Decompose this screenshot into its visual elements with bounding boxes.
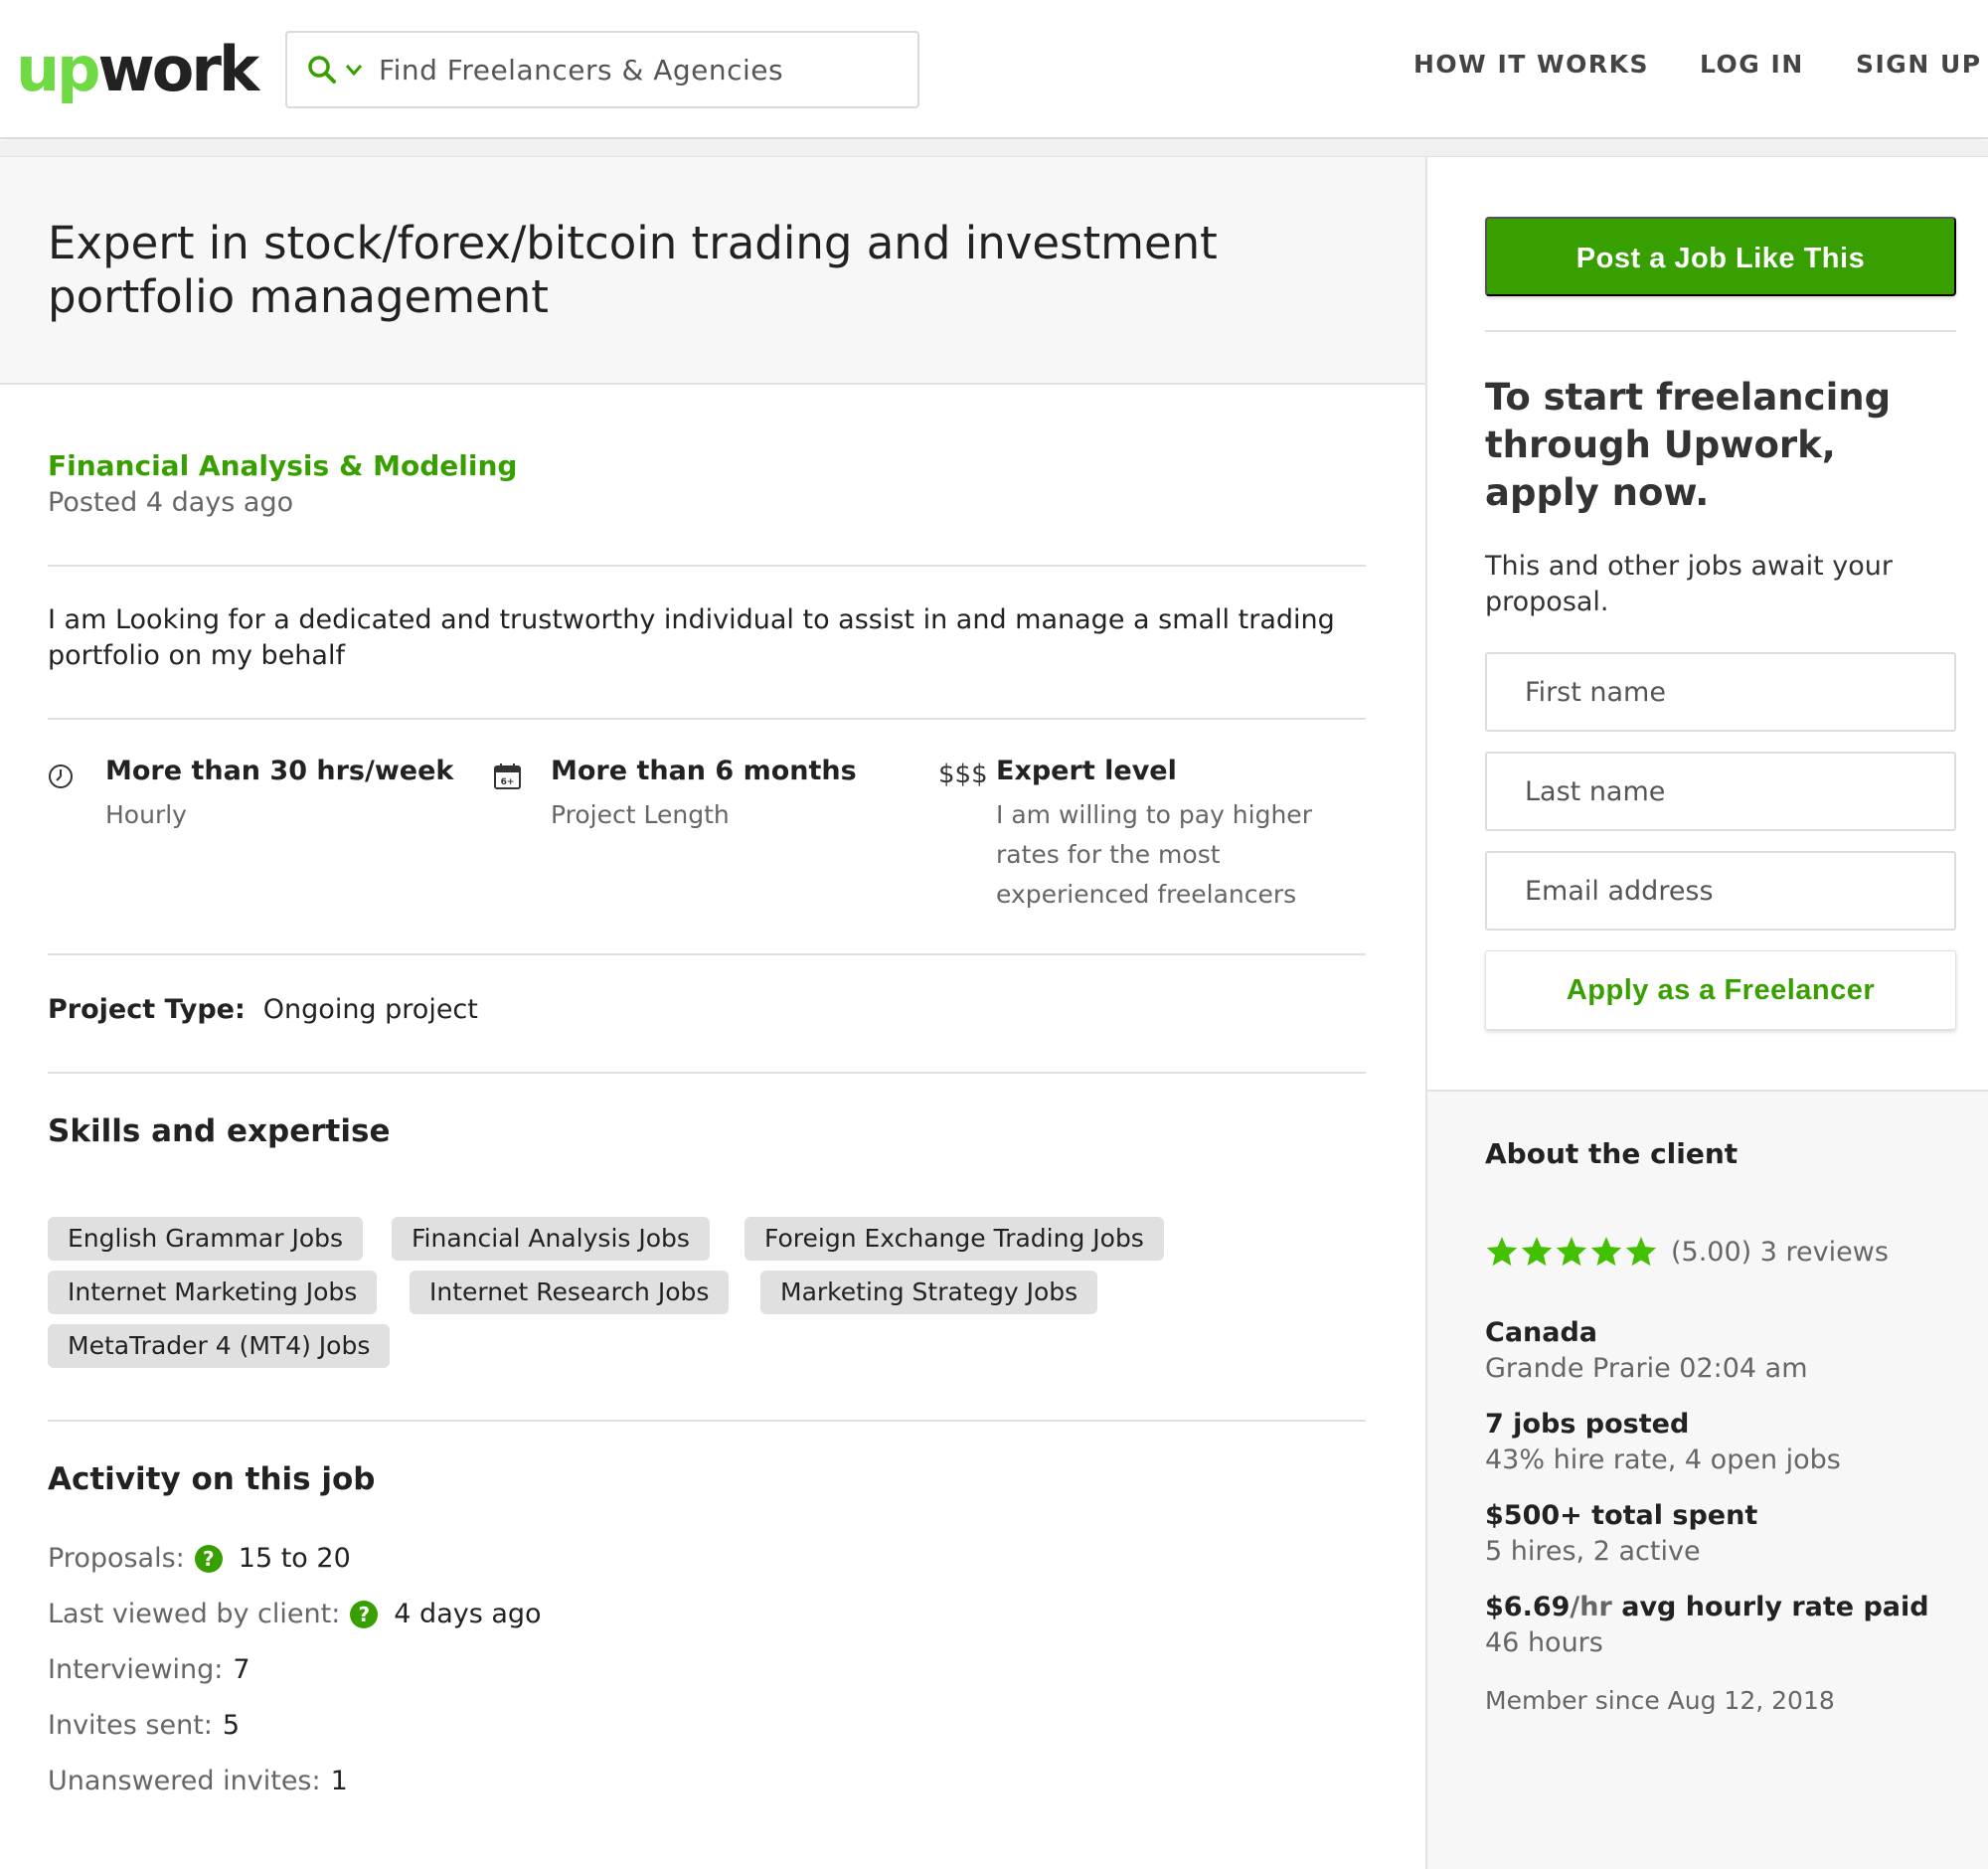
star-icon xyxy=(1625,1237,1657,1267)
calendar-icon: 6+ xyxy=(494,764,521,789)
divider xyxy=(48,565,1366,567)
rate-value: $6.69 xyxy=(1485,1592,1571,1622)
nav-how-it-works[interactable]: HOW IT WORKS xyxy=(1413,50,1649,79)
rate-label: avg hourly rate paid xyxy=(1621,1592,1929,1622)
logo-work: work xyxy=(97,33,260,105)
client-total-spent: $500+ total spent xyxy=(1485,1500,1758,1531)
clock-icon xyxy=(49,765,73,788)
header-strip xyxy=(0,141,1988,157)
divider xyxy=(1485,330,1956,332)
activity-label: Invites sent: xyxy=(48,1710,213,1741)
skill-tag[interactable]: Internet Marketing Jobs xyxy=(48,1271,378,1314)
help-icon[interactable]: ? xyxy=(350,1600,379,1628)
feature-title: Expert level xyxy=(996,756,1177,786)
star-icon xyxy=(1590,1237,1622,1267)
divider xyxy=(48,953,1366,955)
nav-sign-up[interactable]: SIGN UP xyxy=(1856,50,1982,79)
client-panel xyxy=(1427,1090,1988,1869)
activity-value: 4 days ago xyxy=(394,1599,542,1629)
svg-text:6+: 6+ xyxy=(501,777,515,787)
member-since: Member since Aug 12, 2018 xyxy=(1485,1686,1835,1715)
search-icon[interactable] xyxy=(305,53,339,86)
client-hires: 5 hires, 2 active xyxy=(1485,1536,1701,1567)
project-type-label: Project Type: xyxy=(48,994,246,1025)
sidebar-subheading: This and other jobs await your proposal. xyxy=(1485,551,1894,617)
activity-label: Interviewing: xyxy=(48,1654,224,1685)
email-field[interactable] xyxy=(1485,851,1956,931)
search-bar[interactable]: Find Freelancers & Agencies xyxy=(285,31,919,108)
client-hours: 46 hours xyxy=(1485,1627,1603,1658)
activity-interviewing: Interviewing: 7 xyxy=(48,1654,250,1685)
skill-tag[interactable]: Foreign Exchange Trading Jobs xyxy=(745,1217,1164,1261)
activity-value: 15 to 20 xyxy=(238,1543,351,1574)
activity-proposals: Proposals: ? 15 to 20 xyxy=(48,1543,351,1574)
post-job-button[interactable]: Post a Job Like This xyxy=(1485,217,1956,296)
activity-label: Unanswered invites: xyxy=(48,1766,321,1796)
feature-subtitle: Hourly xyxy=(105,800,187,829)
skill-tag[interactable]: Financial Analysis Jobs xyxy=(392,1217,710,1261)
job-category-link[interactable]: Financial Analysis & Modeling xyxy=(48,449,517,482)
client-location-time: Grande Prarie 02:04 am xyxy=(1485,1353,1808,1384)
logo-up: up xyxy=(16,33,101,105)
client-hire-rate: 43% hire rate, 4 open jobs xyxy=(1485,1444,1841,1475)
title-band: Expert in stock/forex/bitcoin trading an… xyxy=(0,157,1425,385)
last-name-field[interactable] xyxy=(1485,752,1956,831)
divider xyxy=(48,1420,1366,1422)
rate-unit: /hr xyxy=(1570,1592,1612,1622)
activity-label: Proposals: xyxy=(48,1543,185,1574)
project-type: Project Type: Ongoing project xyxy=(48,994,478,1025)
activity-value: 7 xyxy=(233,1654,250,1685)
client-rating: (5.00) 3 reviews xyxy=(1485,1235,1889,1269)
feature-subtitle: Project Length xyxy=(551,800,730,829)
rating-text: (5.00) 3 reviews xyxy=(1671,1236,1889,1268)
top-header: upwork Find Freelancers & Agencies HOW I… xyxy=(0,0,1988,139)
star-icon xyxy=(1556,1237,1587,1267)
skill-tag[interactable]: English Grammar Jobs xyxy=(48,1217,364,1261)
star-icon xyxy=(1486,1237,1518,1267)
divider xyxy=(48,718,1366,720)
client-jobs-posted: 7 jobs posted xyxy=(1485,1409,1690,1440)
sidebar-heading: To start freelancing through Upwork, app… xyxy=(1485,376,1892,514)
about-client-heading: About the client xyxy=(1485,1137,1739,1170)
skill-tag[interactable]: MetaTrader 4 (MT4) Jobs xyxy=(48,1324,391,1368)
dollar-icon: $$$ xyxy=(938,760,988,789)
client-avg-rate: $6.69/hr avg hourly rate paid xyxy=(1485,1592,1929,1622)
divider xyxy=(48,1072,1366,1074)
project-type-value: Ongoing project xyxy=(262,994,478,1025)
activity-unanswered: Unanswered invites: 1 xyxy=(48,1766,348,1796)
job-description: I am Looking for a dedicated and trustwo… xyxy=(48,604,1335,671)
feature-subtitle: I am willing to pay higher rates for the… xyxy=(996,800,1312,909)
activity-value: 1 xyxy=(330,1766,348,1796)
activity-heading: Activity on this job xyxy=(48,1461,376,1497)
skill-tag[interactable]: Marketing Strategy Jobs xyxy=(760,1271,1098,1314)
feature-title: More than 30 hrs/week xyxy=(105,756,454,786)
skills-heading: Skills and expertise xyxy=(48,1113,391,1149)
help-icon[interactable]: ? xyxy=(194,1544,223,1573)
activity-value: 5 xyxy=(222,1710,241,1741)
nav-log-in[interactable]: LOG IN xyxy=(1700,50,1804,79)
star-icon xyxy=(1521,1237,1553,1267)
skill-tag[interactable]: Internet Research Jobs xyxy=(410,1271,730,1314)
posted-time: Posted 4 days ago xyxy=(48,487,294,518)
first-name-field[interactable] xyxy=(1485,652,1956,732)
feature-title: More than 6 months xyxy=(551,756,857,786)
activity-label: Last viewed by client: xyxy=(48,1599,341,1629)
upwork-logo[interactable]: upwork xyxy=(16,30,260,109)
activity-last-viewed: Last viewed by client: ? 4 days ago xyxy=(48,1599,542,1629)
search-input[interactable]: Find Freelancers & Agencies xyxy=(379,54,783,86)
activity-invites: Invites sent: 5 xyxy=(48,1710,240,1741)
client-country: Canada xyxy=(1485,1317,1598,1348)
chevron-down-icon[interactable] xyxy=(343,59,365,81)
apply-freelancer-button[interactable]: Apply as a Freelancer xyxy=(1485,950,1956,1030)
job-title: Expert in stock/forex/bitcoin trading an… xyxy=(48,217,1218,323)
